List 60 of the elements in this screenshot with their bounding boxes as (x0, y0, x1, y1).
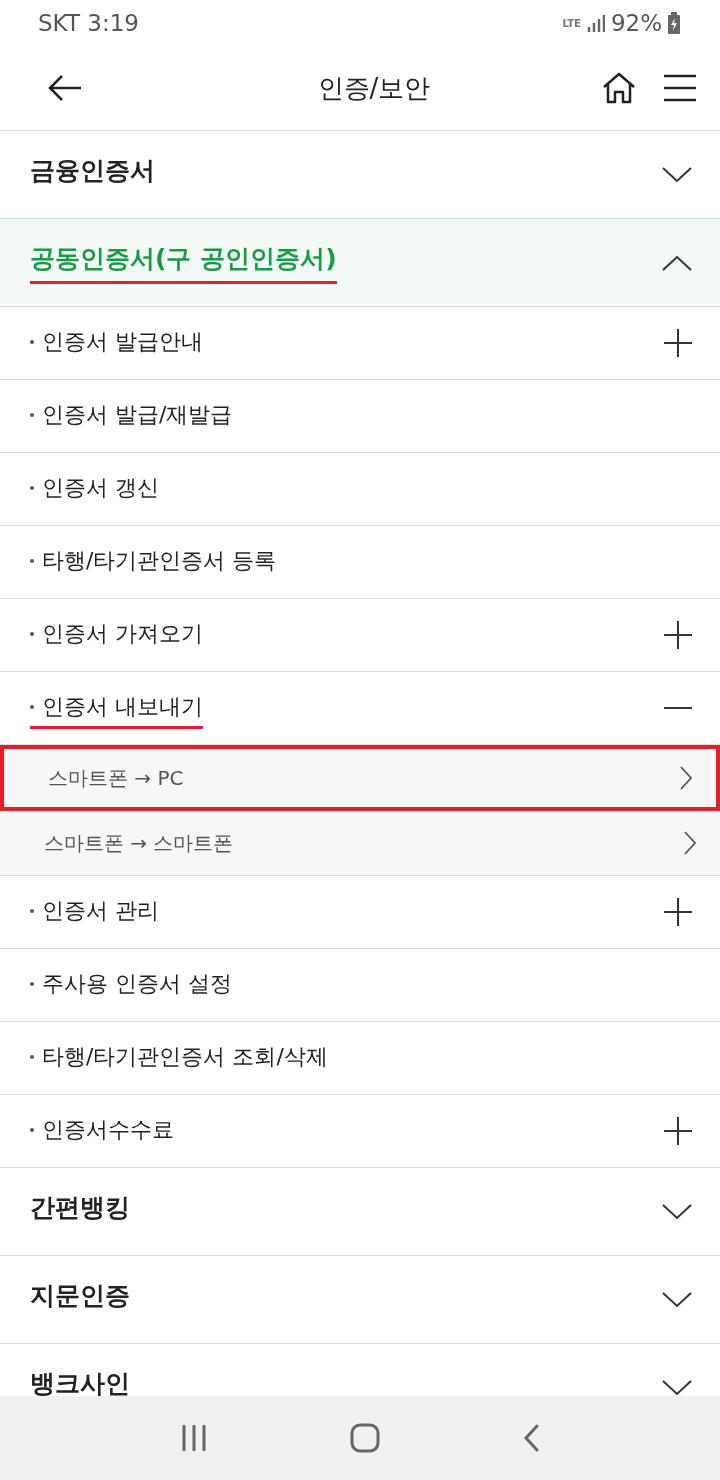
chevron-down-icon[interactable] (662, 1379, 692, 1396)
back-button-icon[interactable] (522, 1424, 539, 1452)
bullet-icon (30, 558, 34, 563)
submenu-label: 스마트폰 → 스마트폰 (44, 829, 234, 857)
recent-apps-icon[interactable] (181, 1425, 208, 1451)
back-icon[interactable] (48, 74, 82, 102)
menu-item-label: 타행/타기관인증서 조회/삭제 (30, 1037, 328, 1079)
plus-icon[interactable] (664, 898, 692, 926)
chevron-up-icon[interactable] (662, 254, 692, 271)
menu-item[interactable]: 타행/타기관인증서 등록 (0, 526, 720, 599)
bullet-icon (30, 1127, 34, 1132)
bullet-icon (30, 485, 34, 490)
menu-item[interactable]: 인증서 가져오기 (0, 599, 720, 672)
menu-item[interactable]: 인증서 발급/재발급 (0, 380, 720, 453)
menu-item-label: 인증서 발급안내 (30, 322, 203, 364)
menu-item-label: 인증서 갱신 (30, 468, 159, 510)
menu-icon[interactable] (664, 74, 696, 102)
bullet-icon (30, 981, 34, 986)
network-label: LTE (562, 17, 581, 29)
submenu-label: 스마트폰 → PC (48, 764, 184, 792)
section-title: 뱅크사인 (30, 1367, 130, 1396)
home-icon[interactable] (602, 72, 636, 104)
chevron-down-icon[interactable] (662, 1203, 692, 1220)
menu-item[interactable]: 인증서 관리 (0, 876, 720, 949)
bullet-icon (30, 412, 34, 417)
home-button-icon[interactable] (350, 1423, 380, 1453)
menu-item-label: 인증서수수료 (30, 1110, 174, 1152)
plus-icon[interactable] (664, 329, 692, 357)
bullet-icon (30, 704, 34, 709)
submenu-item[interactable]: 스마트폰 → 스마트폰 (0, 811, 720, 876)
bullet-icon (30, 908, 34, 913)
menu-item-label: 인증서 가져오기 (30, 614, 203, 656)
bullet-icon (30, 631, 34, 636)
bullet-icon (30, 1054, 34, 1059)
menu-item[interactable]: 타행/타기관인증서 조회/삭제 (0, 1022, 720, 1095)
menu-item-label: 주사용 인증서 설정 (30, 964, 232, 1006)
battery-percent: 92% (610, 10, 662, 36)
plus-icon[interactable] (664, 1117, 692, 1145)
chevron-right-icon (684, 831, 696, 855)
section-title: 공동인증서(구 공인인증서) (30, 241, 337, 284)
menu-item[interactable]: 인증서 발급안내 (0, 307, 720, 380)
bullet-icon (30, 339, 34, 344)
battery-icon (668, 12, 680, 34)
menu-item-label: 인증서 발급/재발급 (30, 395, 233, 437)
page-title: 인증/보안 (316, 71, 432, 105)
chevron-down-icon[interactable] (662, 1291, 692, 1308)
chevron-right-icon (680, 766, 692, 790)
menu-item[interactable]: 주사용 인증서 설정 (0, 949, 720, 1022)
status-carrier-time: SKT 3:19 (38, 10, 139, 36)
signal-icon (586, 14, 605, 32)
menu-item-label: 인증서 관리 (30, 891, 159, 933)
section-title: 간편뱅킹 (30, 1191, 130, 1224)
menu-item[interactable]: 인증서 갱신 (0, 453, 720, 526)
section-title: 지문인증 (30, 1279, 130, 1312)
section-title: 금융인증서 (30, 154, 155, 187)
menu-item-label: 타행/타기관인증서 등록 (30, 541, 277, 583)
menu-item-label: 인증서 내보내기 (30, 687, 203, 729)
plus-icon[interactable] (664, 621, 692, 649)
submenu-item[interactable]: 스마트폰 → PC (0, 745, 720, 811)
chevron-down-icon[interactable] (662, 166, 692, 183)
